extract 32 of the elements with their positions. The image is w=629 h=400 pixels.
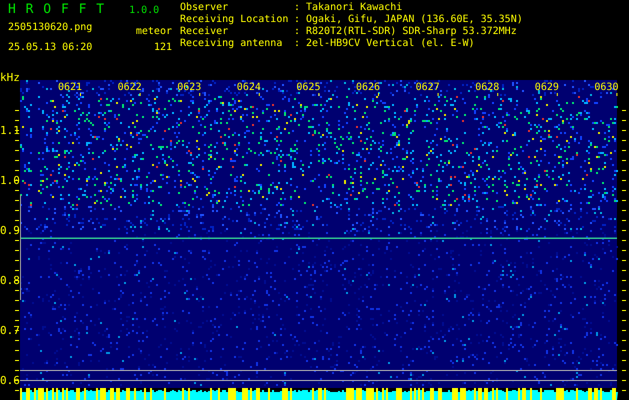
meteor-label: meteor [136,26,172,38]
station-label: Receiving antenna [180,38,284,50]
time-label: 0628 [475,82,500,93]
station-value: 2el-HB9CV Vertical (el. E-W) [306,38,476,50]
frequency-label: 1.0 [0,174,20,187]
time-label: 0626 [356,82,380,93]
app-version: 1.0.0 [129,5,160,16]
station-value: Takanori Kawachi [306,2,404,14]
time-label: 0622 [118,82,142,93]
station-value: R820T2(RTL-SDR) SDR-Sharp 53.372MHz [306,26,518,38]
time-label: 0627 [416,82,440,93]
time-label: 0630 [594,82,618,93]
meteor-count: 121 [154,42,172,54]
app-title: H R O F F T [8,2,106,17]
station-label: Observer [180,2,230,14]
time-label: 0625 [296,82,320,93]
station-label: Receiver [180,26,230,38]
time-label: 0621 [58,82,82,93]
station-label: Receiving Location [180,14,290,26]
frequency-label: 0.6 [0,374,20,387]
axis-unit: kHz [0,71,20,84]
separator: : [294,2,302,14]
separator: : [294,26,302,38]
separator: : [294,14,302,26]
time-label: 0624 [236,82,261,93]
time-label: 0629 [534,82,559,93]
frequency-label: 1.1 [0,124,20,137]
separator: : [294,38,302,50]
timestamp: 25.05.13 06:20 [8,42,94,54]
station-value: Ogaki, Gifu, JAPAN (136.60E, 35.35N) [306,14,523,26]
file-name: 2505130620.png [8,22,94,34]
frequency-label: 0.7 [0,324,20,337]
